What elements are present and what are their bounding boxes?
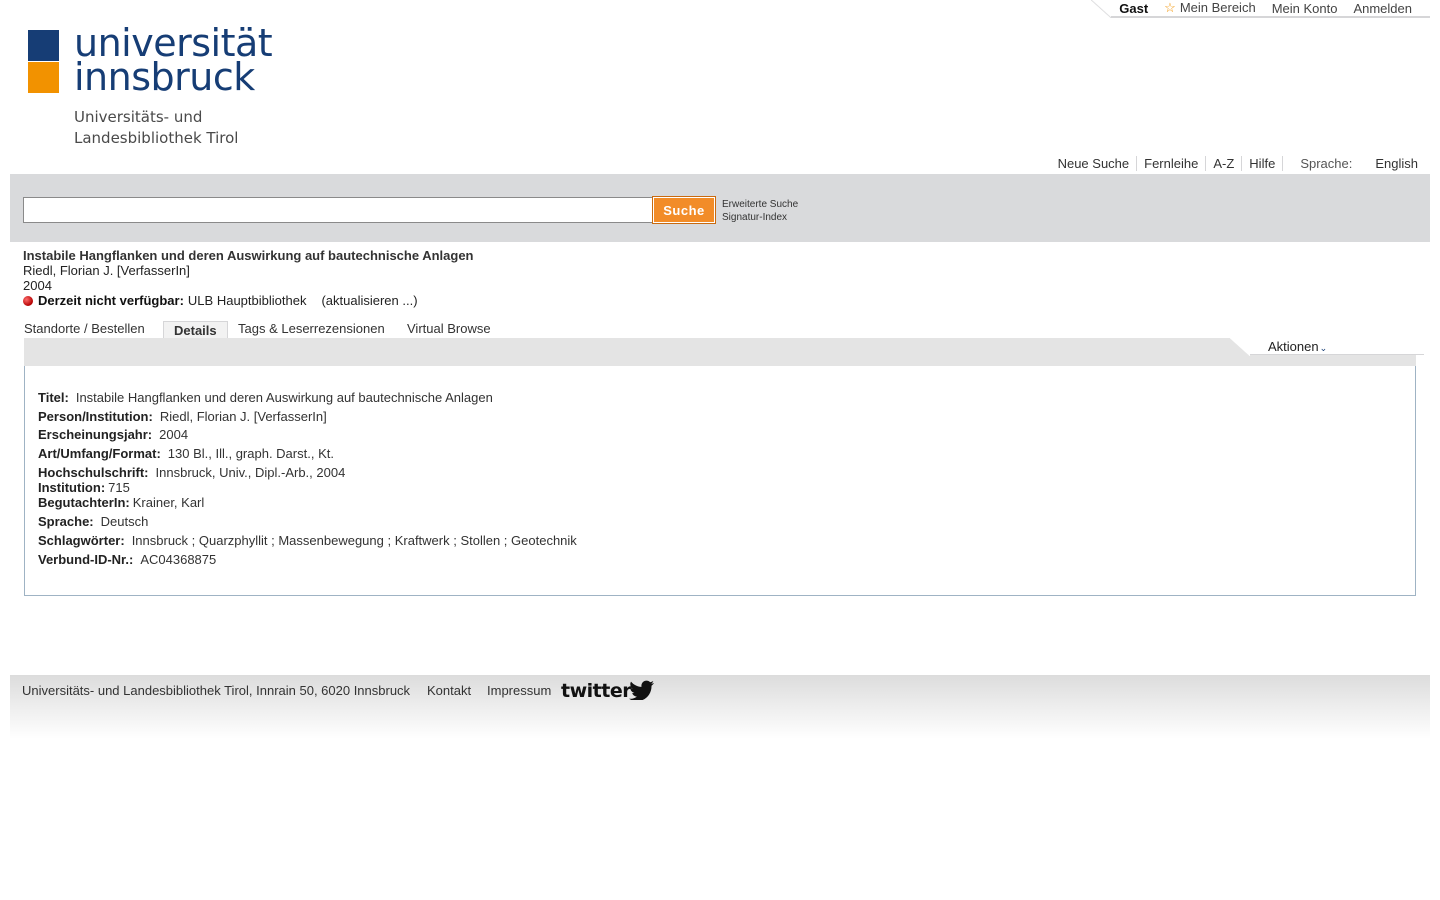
detail-key: Verbund-ID-Nr.: [38, 552, 134, 567]
availability-status: Derzeit nicht verfügbar: ULB Hauptbiblio… [23, 293, 418, 308]
twitter-bird-icon [629, 680, 655, 702]
search-button[interactable]: Suche [652, 196, 716, 224]
twitter-link[interactable]: twitter [561, 680, 655, 702]
tab-tags-reviews[interactable]: Tags & Leserrezensionen [238, 320, 385, 337]
detail-value[interactable]: Riedl, Florian J. [VerfasserIn] [160, 409, 327, 424]
detail-key: Sprache: [38, 514, 94, 529]
detail-value: Krainer, Karl [132, 495, 205, 510]
detail-key: BegutachterIn: [38, 495, 130, 510]
record-title: Instabile Hangflanken und deren Auswirku… [23, 248, 474, 263]
detail-key: Art/Umfang/Format: [38, 446, 161, 461]
nav-interlibrary-loan[interactable]: Fernleihe [1137, 156, 1207, 171]
detail-format: Art/Umfang/Format: 130 Bl., Ill., graph. … [38, 446, 334, 461]
logo-text-innsbruck: innsbruck [74, 55, 255, 99]
record-author[interactable]: Riedl, Florian J. [VerfasserIn] [23, 263, 190, 278]
university-logo[interactable]: universität innsbruck Universitäts- und … [28, 24, 288, 150]
detail-language: Sprache: Deutsch [38, 514, 148, 529]
nav-a-z[interactable]: A-Z [1206, 156, 1243, 171]
detail-value: 715 [108, 480, 130, 495]
search-input[interactable] [23, 197, 661, 223]
detail-value: AC04368875 [140, 552, 217, 567]
detail-year: Erscheinungsjahr: 2004 [38, 427, 188, 442]
detail-key: Institution: [38, 480, 106, 495]
detail-value: Instabile Hangflanken und deren Auswirku… [75, 390, 493, 405]
signature-index-link[interactable]: Signatur-Index [722, 212, 787, 223]
detail-title: Titel: Instabile Hangflanken und deren Au… [38, 390, 493, 405]
my-account-link[interactable]: Mein Konto [1272, 1, 1338, 16]
availability-location: ULB Hauptbibliothek [187, 293, 307, 308]
footer-contact-link[interactable]: Kontakt [427, 683, 471, 698]
detail-value: 130 Bl., Ill., graph. Darst., Kt. [167, 446, 334, 461]
detail-network-id: Verbund-ID-Nr.: AC04368875 [38, 552, 216, 567]
star-icon: ☆ [1164, 0, 1176, 15]
my-area-label[interactable]: Mein Bereich [1180, 0, 1256, 15]
nav-help[interactable]: Hilfe [1242, 156, 1284, 171]
actions-bar [24, 338, 1416, 366]
actions-decoration [1230, 338, 1250, 356]
detail-key: Hochschulschrift: [38, 465, 149, 480]
detail-reviewer: BegutachterIn: Krainer, Karl [38, 495, 204, 510]
userbar-decoration [1091, 0, 1112, 18]
footer-imprint-link[interactable]: Impressum [487, 683, 551, 698]
user-bar: Gast ☆ Mein Bereich Mein Konto Anmelden [1091, 0, 1430, 18]
detail-value[interactable]: Innsbruck ; Quarzphyllit ; Massenbewegun… [132, 533, 577, 548]
logo-subtitle-1: Universitäts- und [74, 108, 203, 126]
footer-address: Universitäts- und Landesbibliothek Tirol… [22, 683, 411, 698]
search-bar: Suche Erweiterte Suche Signatur-Index [10, 174, 1430, 242]
detail-value: Deutsch [100, 514, 149, 529]
tab-locations-order[interactable]: Standorte / Bestellen [24, 320, 145, 337]
twitter-wordmark: twitter [561, 680, 632, 702]
chevron-down-icon: ⌄ [1319, 343, 1328, 353]
record-tabs: Standorte / Bestellen Details Tags & Les… [24, 320, 1416, 340]
detail-key: Erscheinungsjahr: [38, 427, 153, 442]
my-area-link[interactable]: ☆ Mein Bereich [1164, 0, 1256, 16]
actions-dropdown[interactable]: Aktionen⌄ [1230, 338, 1424, 356]
page-footer: Universitäts- und Landesbibliothek Tirol… [10, 675, 1430, 739]
detail-value: Innsbruck, Univ., Dipl.-Arb., 2004 [155, 465, 346, 480]
login-link[interactable]: Anmelden [1353, 1, 1412, 16]
detail-key: Person/Institution: [38, 409, 153, 424]
logo-blue-square [28, 30, 59, 61]
detail-institution: Institution: 715 [38, 480, 130, 495]
actions-label: Aktionen [1268, 339, 1319, 354]
record-year: 2004 [23, 278, 52, 293]
advanced-search-link[interactable]: Erweiterte Suche [722, 199, 798, 210]
language-switch-link[interactable]: English [1375, 156, 1418, 171]
detail-thesis: Hochschulschrift: Innsbruck, Univ., Dipl.… [38, 465, 345, 480]
detail-subjects: Schlagwörter: Innsbruck ; Quarzphyllit ; … [38, 533, 577, 548]
detail-key: Schlagwörter: [38, 533, 125, 548]
detail-key: Titel: [38, 390, 69, 405]
detail-value: 2004 [159, 427, 189, 442]
detail-person: Person/Institution: Riedl, Florian J. [Ve… [38, 409, 327, 424]
status-unavailable-icon [23, 295, 33, 306]
details-panel: Titel: Instabile Hangflanken und deren Au… [24, 366, 1416, 596]
language-label: Sprache: [1300, 156, 1353, 171]
refresh-availability-link[interactable]: (aktualisieren ...) [321, 293, 417, 308]
top-navigation: Neue Suche Fernleihe A-Z Hilfe Sprache: … [1051, 156, 1418, 171]
availability-label: Derzeit nicht verfügbar: [38, 293, 184, 308]
tab-virtual-browse[interactable]: Virtual Browse [407, 320, 491, 337]
nav-new-search[interactable]: Neue Suche [1051, 156, 1138, 171]
logo-subtitle-2: Landesbibliothek Tirol [74, 129, 239, 147]
guest-label: Gast [1119, 0, 1149, 16]
logo-orange-square [28, 62, 59, 93]
